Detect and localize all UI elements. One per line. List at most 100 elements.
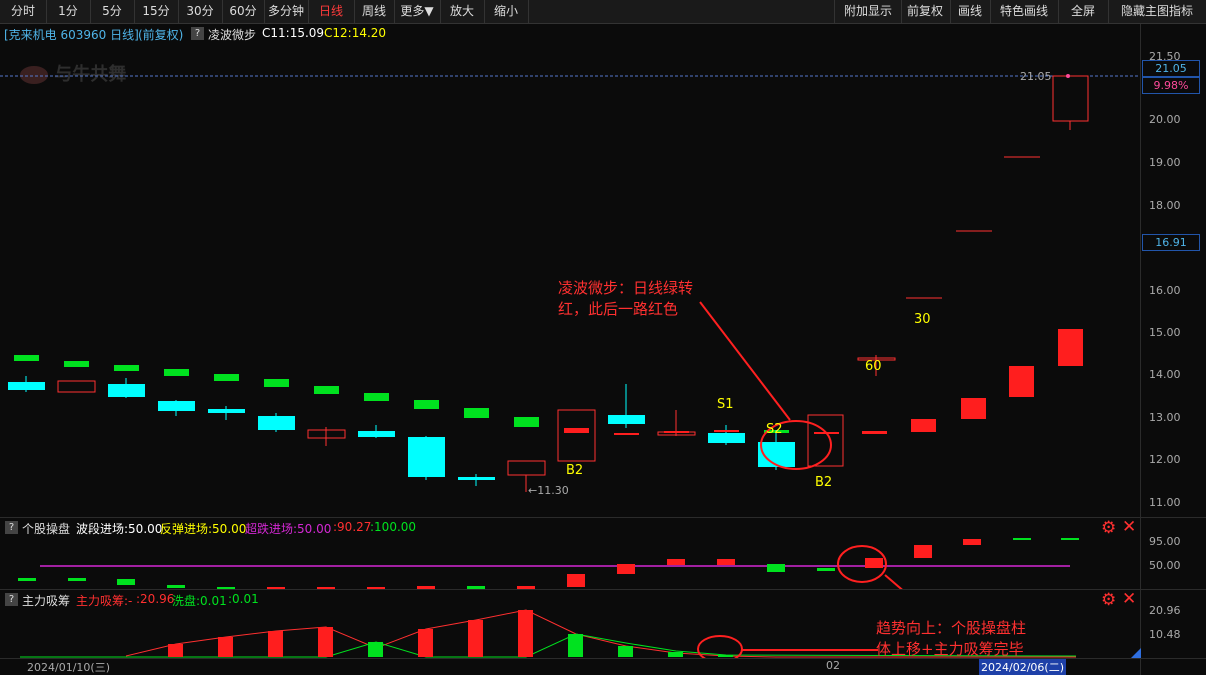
annotation-text-2: 趋势向上：个股操盘柱 体上移+主力吸筹完毕 — [876, 619, 1027, 658]
candle-up — [507, 460, 546, 476]
price-tick-1400: 14.00 — [1149, 368, 1181, 381]
candle-down — [208, 409, 245, 413]
zoom-in-button[interactable]: 放大 — [440, 0, 485, 23]
price-tick-1300: 13.00 — [1149, 411, 1181, 424]
price-tick-2000: 20.00 — [1149, 113, 1181, 126]
period-15min-button[interactable]: 15分 — [134, 0, 179, 23]
panel1-tick-95: 95.00 — [1149, 535, 1181, 548]
wash-bar — [718, 655, 733, 657]
period-30min-button[interactable]: 30分 — [178, 0, 223, 23]
panel1-tick-50: 50.00 — [1149, 559, 1181, 572]
indicator-mark — [464, 408, 489, 418]
period-daily-button[interactable]: 日线 — [308, 0, 355, 23]
wash-bar — [568, 634, 583, 657]
panel1-chart[interactable] — [0, 518, 1140, 589]
panel1-bar — [817, 568, 835, 571]
indicator-mark — [1009, 366, 1034, 397]
corner-resize-icon[interactable] — [1131, 648, 1141, 658]
high-marker-icon — [1066, 74, 1070, 78]
price-tick-1500: 15.00 — [1149, 326, 1181, 339]
candle-down — [108, 384, 145, 397]
indicator-mark — [714, 430, 739, 432]
panel1-bar — [68, 578, 86, 581]
period-60min-button[interactable]: 60分 — [222, 0, 265, 23]
candle-up — [1052, 75, 1089, 122]
annotation-pointer — [884, 574, 903, 589]
indicator-mark — [164, 369, 189, 376]
absorb-bar — [318, 627, 333, 657]
indicator-mark — [264, 379, 289, 387]
indicator-mark — [214, 374, 239, 381]
panel2-tick-1048: 10.48 — [1149, 628, 1181, 641]
panel1-bar — [517, 586, 535, 589]
panel1-bar — [367, 587, 385, 589]
panel1-bar — [217, 587, 235, 589]
low-price-label: ←11.30 — [528, 484, 569, 497]
fullscreen-button[interactable]: 全屏 — [1058, 0, 1109, 23]
absorb-bar — [418, 629, 433, 657]
wash-bar — [668, 652, 683, 657]
candle-down — [8, 382, 45, 390]
absorb-bar — [468, 620, 483, 657]
price-tick-1900: 19.00 — [1149, 156, 1181, 169]
zoom-out-button[interactable]: 缩小 — [484, 0, 529, 23]
panel1-bar — [467, 586, 485, 589]
wash-bar — [618, 646, 633, 657]
current-price-box: 21.05 — [1142, 60, 1200, 77]
panel1-bar — [167, 585, 185, 588]
annotation-pointer — [699, 301, 791, 421]
panel1-bar — [117, 579, 135, 585]
panel1-bar — [667, 559, 685, 565]
indicator-mark — [564, 428, 589, 433]
panel1-bar — [417, 586, 435, 589]
xaxis-month-label: 02 — [826, 659, 840, 672]
cursor-price-box: 16.91 — [1142, 234, 1200, 251]
signal-b2: B2 — [566, 463, 584, 478]
special-draw-button[interactable]: 特色画线 — [990, 0, 1059, 23]
panel1-bar — [267, 587, 285, 589]
panel1-bar — [1061, 538, 1079, 540]
panel1-bar — [317, 587, 335, 589]
draw-line-button[interactable]: 画线 — [950, 0, 991, 23]
panel1-bar — [567, 574, 585, 587]
indicator-mark — [314, 386, 339, 394]
absorb-bar — [518, 610, 533, 657]
price-tick-1200: 12.00 — [1149, 453, 1181, 466]
period-multimin-button[interactable]: 多分钟 — [264, 0, 309, 23]
price-tick-1800: 18.00 — [1149, 199, 1181, 212]
period-5min-button[interactable]: 5分 — [90, 0, 135, 23]
indicator-mark — [514, 417, 539, 427]
absorb-bar — [268, 631, 283, 657]
annotation-text-1: 凌波微步：日线绿转 红，此后一路红色 — [558, 279, 694, 318]
indicator-mark — [414, 400, 439, 409]
candle-down — [408, 437, 445, 477]
panel1-bar — [865, 558, 883, 568]
extra-display-button[interactable]: 附加显示 — [834, 0, 902, 23]
price-tick-1600: 16.00 — [1149, 284, 1181, 297]
panel1-bar — [963, 539, 981, 545]
panel1-bar — [1013, 538, 1031, 540]
period-1min-button[interactable]: 1分 — [46, 0, 91, 23]
xaxis-end-date: 2024/02/06(二) — [979, 659, 1066, 675]
price-tick-1100: 11.00 — [1149, 496, 1181, 509]
panel2-tick-2096: 20.96 — [1149, 604, 1181, 617]
absorb-bar — [168, 644, 183, 657]
candle-down — [608, 415, 645, 424]
indicator-mark — [114, 365, 139, 371]
indicator-mark — [664, 431, 689, 433]
candle-down — [458, 477, 495, 480]
price-axis-border — [1140, 24, 1141, 675]
signal-60: 60 — [865, 359, 882, 374]
indicator-mark — [14, 355, 39, 361]
more-dropdown[interactable]: 更多▼ — [394, 0, 441, 23]
panel1-bar — [617, 564, 635, 574]
period-weekly-button[interactable]: 周线 — [354, 0, 395, 23]
indicator-mark — [364, 393, 389, 401]
forward-adjust-button[interactable]: 前复权 — [900, 0, 951, 23]
kline-chart[interactable] — [0, 24, 1140, 517]
indicator-mark — [862, 431, 887, 434]
signal-s2: S2 — [766, 422, 783, 437]
period-fenshi-button[interactable]: 分时 — [0, 0, 47, 23]
indicator-mark — [911, 419, 936, 432]
hide-main-indicator-button[interactable]: 隐藏主图指标 — [1108, 0, 1206, 23]
